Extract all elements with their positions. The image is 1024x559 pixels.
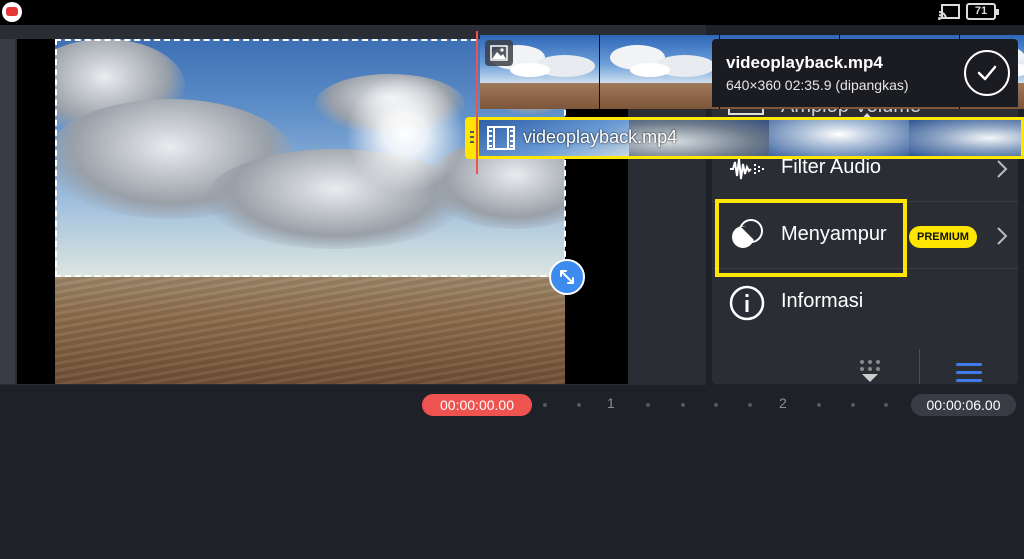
- ruler-tick: [884, 403, 888, 407]
- battery-indicator: 71: [966, 3, 999, 20]
- panel-bottom-bar: [712, 337, 1018, 384]
- chevron-right-icon: [997, 227, 1008, 245]
- track-frame: [769, 120, 909, 156]
- track-thumbnail: [600, 35, 720, 109]
- options-panel: Amplop Volume videoplayback.mp4 640×360 …: [712, 39, 1018, 384]
- image-layer-icon: [485, 40, 513, 66]
- menu-item-label: Filter Audio: [781, 156, 882, 178]
- highlight-frame: [715, 199, 907, 277]
- cast-icon: [938, 4, 960, 20]
- end-time-badge: 00:00:06.00: [911, 394, 1016, 416]
- menu-item-info[interactable]: Informasi: [712, 270, 1018, 336]
- ruler-tick: [748, 403, 752, 407]
- ruler-tick: [714, 403, 718, 407]
- picture-icon: [490, 45, 508, 61]
- divider: [919, 349, 920, 384]
- playhead[interactable]: [476, 31, 478, 174]
- ruler-tick: [543, 403, 547, 407]
- done-button[interactable]: [964, 50, 1010, 96]
- more-options-icon[interactable]: [857, 359, 883, 384]
- resize-handle[interactable]: [549, 259, 585, 295]
- status-bar: 71: [0, 0, 1024, 25]
- clip-meta: 640×360 02:35.9 (dipangkas): [726, 77, 909, 93]
- ruler-tick: [681, 403, 685, 407]
- chevron-right-icon: [997, 160, 1008, 178]
- ruler-label: 2: [779, 395, 787, 411]
- preview-side-strip: [0, 39, 15, 384]
- ruler-tick: [851, 403, 855, 407]
- info-icon: [729, 285, 765, 321]
- track-frame: [909, 120, 1021, 156]
- ruler-tick: [646, 403, 650, 407]
- video-track-label: videoplayback.mp4: [523, 127, 678, 147]
- film-icon: [487, 126, 515, 150]
- premium-badge: PREMIUM: [909, 226, 977, 248]
- video-editor-screen: 71 Amplop Volume: [0, 0, 1024, 559]
- resize-arrows-icon: [560, 270, 574, 284]
- tab-indicator: [950, 337, 978, 349]
- ruler-tick: [817, 403, 821, 407]
- clip-file-name: videoplayback.mp4: [726, 53, 883, 72]
- menu-item-label: Informasi: [781, 290, 864, 312]
- ruler-label: 1: [607, 395, 615, 411]
- menu-lines-icon[interactable]: [955, 361, 983, 384]
- timeline[interactable]: 00:00:00.00 00:00:06.00 1 2: [0, 385, 1024, 559]
- youtube-icon: [2, 2, 22, 22]
- current-time-badge: 00:00:00.00: [422, 394, 532, 416]
- ruler-tick: [577, 403, 581, 407]
- field-texture: [55, 277, 565, 384]
- check-icon: [977, 65, 997, 81]
- clip-info-header: videoplayback.mp4 640×360 02:35.9 (dipan…: [712, 39, 1018, 107]
